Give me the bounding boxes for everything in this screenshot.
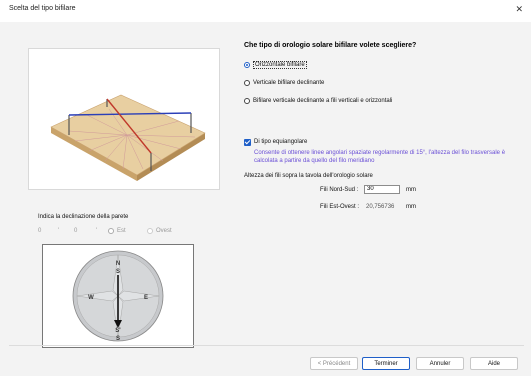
compass-icon: N S W E S' S [72, 250, 164, 342]
minute-mark: ' [96, 228, 98, 234]
radio-selected-icon[interactable] [244, 62, 250, 68]
compass-e: E [144, 295, 148, 301]
option-horizontal[interactable]: Orizzontale bifilare [244, 60, 307, 70]
west-radio-icon[interactable] [147, 228, 153, 234]
footer-separator [9, 345, 524, 346]
compass-w: W [88, 295, 94, 301]
compass-n: N [116, 261, 120, 267]
declination-label: Indica la declinazione della parete [38, 214, 129, 220]
option-vertical-declining-label: Verticale bifilare declinante [253, 80, 325, 86]
declination-controls: 0 ' 0 ' Est Ovest [38, 226, 172, 236]
equiangular-checkbox[interactable]: Di tipo equiangolare [244, 137, 307, 147]
option-vertical-wires-label: Bifilare verticale declinante a fili ver… [253, 98, 393, 104]
degree-mark: ' [58, 228, 60, 234]
declination-degrees[interactable]: 0 [38, 228, 58, 234]
sundial-illustration [50, 94, 206, 181]
close-icon[interactable]: ✕ [515, 4, 523, 15]
compass-s-upper: S [116, 269, 120, 275]
compass-s-prime: S' [115, 328, 121, 334]
dialog-window: Scelta del tipo bifilare ✕ Che tipo di o… [0, 0, 531, 376]
equiangular-label: Di tipo equiangolare [254, 139, 308, 145]
east-west-label: Fili Est-Ovest : [320, 204, 360, 210]
compass-panel: N S W E S' S [42, 244, 194, 348]
help-button[interactable]: Aide [470, 357, 518, 370]
radio-icon[interactable] [244, 80, 250, 86]
east-radio-icon[interactable] [108, 228, 114, 234]
sundial-preview [28, 48, 220, 190]
checkbox-checked-icon[interactable] [244, 138, 251, 146]
option-vertical-wires[interactable]: Bifilare verticale declinante a fili ver… [244, 96, 392, 106]
equiangular-description: Consente di ottenere linee angolari spaz… [254, 150, 506, 164]
declination-minutes[interactable]: 0 [74, 228, 96, 234]
option-horizontal-label: Orizzontale bifilare [253, 61, 307, 69]
radio-icon[interactable] [244, 98, 250, 104]
north-south-unit: mm [406, 187, 416, 193]
north-south-input[interactable] [364, 185, 400, 194]
question-heading: Che tipo di orologio solare bifilare vol… [244, 42, 417, 49]
window-title: Scelta del tipo bifilare [9, 5, 76, 12]
back-button[interactable]: < Précédent [310, 357, 358, 370]
east-west-unit: mm [406, 204, 416, 210]
north-south-label: Fili Nord-Sud : [320, 187, 359, 193]
cancel-button[interactable]: Annuler [416, 357, 464, 370]
west-label: Ovest [156, 228, 172, 234]
title-bar: Scelta del tipo bifilare ✕ [0, 0, 531, 22]
compass-s: S [116, 336, 120, 342]
east-west-value: 20,756736 [366, 204, 395, 210]
option-vertical-declining[interactable]: Verticale bifilare declinante [244, 78, 324, 88]
east-label: Est [117, 228, 126, 234]
heights-section-label: Altezza dei fili sopra la tavola dell'or… [244, 173, 373, 179]
finish-button[interactable]: Terminer [362, 357, 410, 370]
